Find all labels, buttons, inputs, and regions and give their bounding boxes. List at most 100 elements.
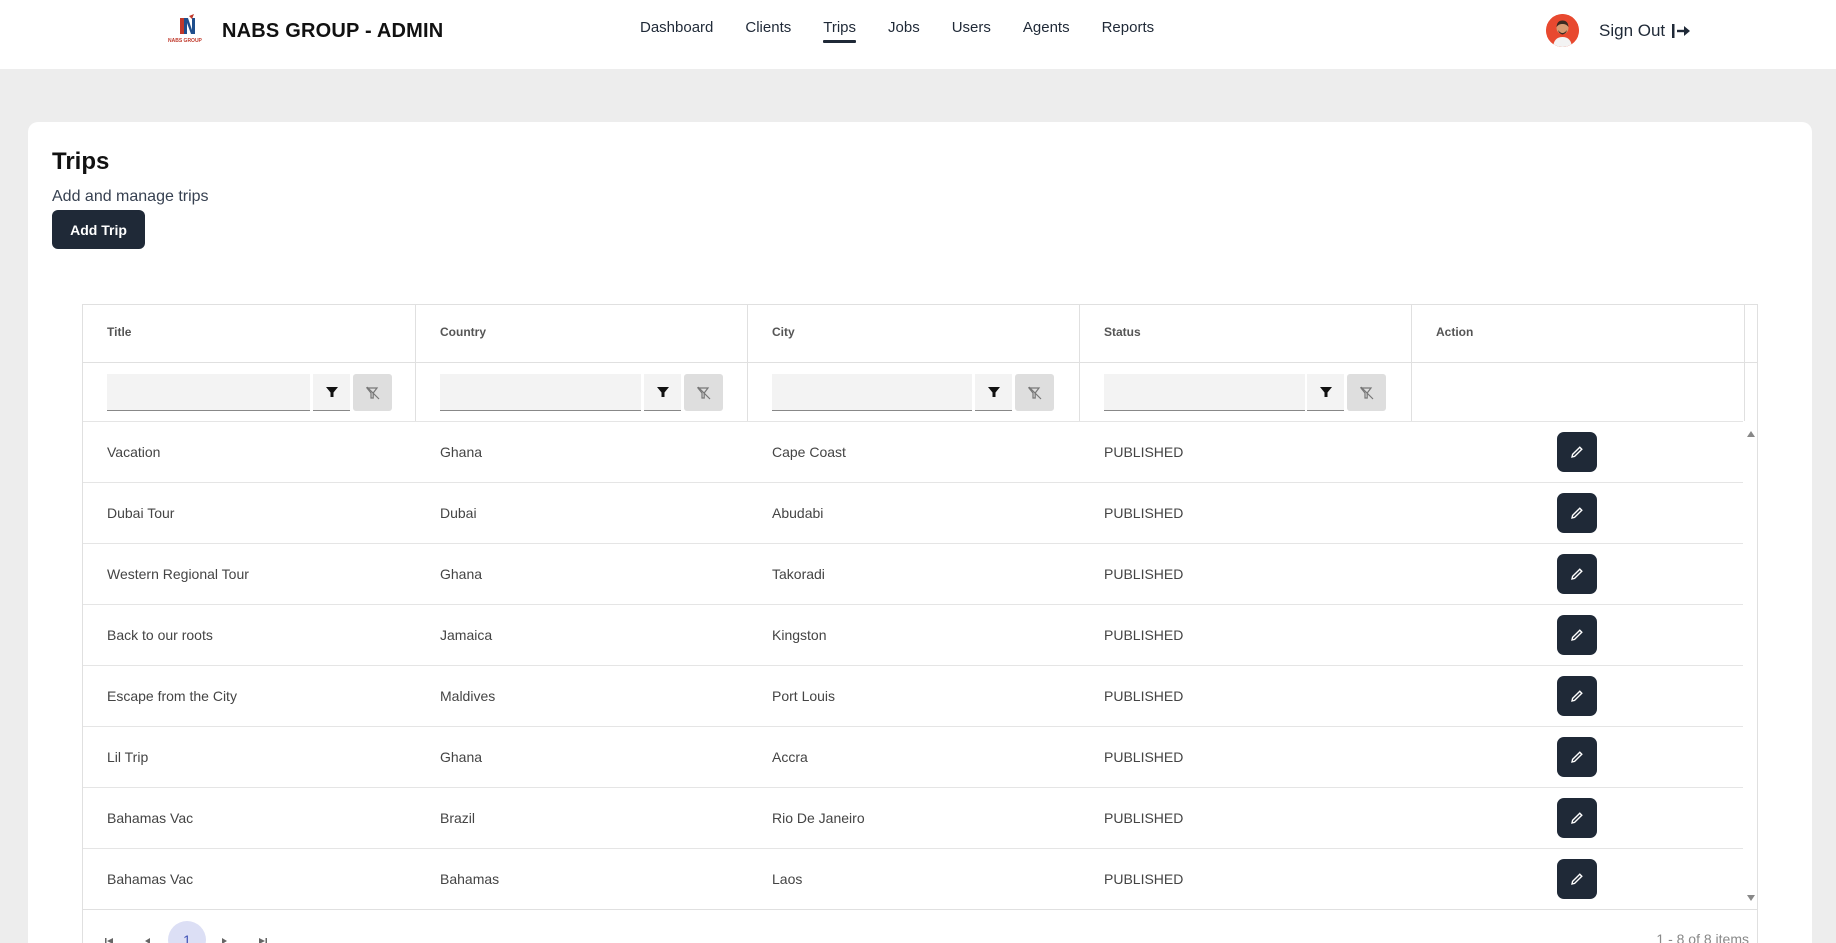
table-row[interactable]: Dubai Tour Dubai Abudabi PUBLISHED [83, 482, 1743, 543]
cell-title: Vacation [107, 444, 161, 460]
filter-icon [325, 387, 338, 397]
trips-grid: Title Country City Status Action Vacatio… [82, 304, 1758, 943]
cell-status: PUBLISHED [1104, 749, 1184, 765]
cell-country: Maldives [440, 688, 496, 704]
last-page-icon[interactable] [255, 933, 271, 943]
edit-button[interactable] [1557, 432, 1597, 472]
previous-page-icon[interactable] [139, 933, 155, 943]
cell-country: Brazil [440, 810, 476, 826]
edit-button[interactable] [1557, 798, 1597, 838]
city-clear-filter-button[interactable] [1015, 374, 1054, 411]
title-clear-filter-button[interactable] [353, 374, 392, 411]
column-title: Title [83, 305, 416, 421]
city-filter-input[interactable] [772, 374, 972, 411]
country-clear-filter-button[interactable] [684, 374, 723, 411]
cell-country: Ghana [440, 566, 483, 582]
cell-title: Dubai Tour [107, 505, 175, 521]
user-area: Sign Out [1546, 14, 1691, 47]
column-header-action: Action [1436, 325, 1474, 339]
pencil-icon [1571, 446, 1583, 458]
sign-out-button[interactable]: Sign Out [1599, 21, 1691, 41]
cell-city: Rio De Janeiro [772, 810, 865, 826]
table-row[interactable]: Western Regional Tour Ghana Takoradi PUB… [83, 543, 1743, 604]
edit-button[interactable] [1557, 676, 1597, 716]
cell-status: PUBLISHED [1104, 627, 1184, 643]
trips-card: Trips Add and manage trips Add Trip Titl… [28, 122, 1812, 943]
cell-status: PUBLISHED [1104, 566, 1184, 582]
table-row[interactable]: Back to our roots Jamaica Kingston PUBLI… [83, 604, 1743, 665]
nav-users[interactable]: Users [952, 0, 991, 69]
next-page-icon[interactable] [217, 933, 233, 943]
table-row[interactable]: Bahamas Vac Bahamas Laos PUBLISHED [83, 848, 1743, 909]
status-clear-filter-button[interactable] [1347, 374, 1386, 411]
cell-city: Takoradi [772, 566, 825, 582]
table-row[interactable]: Vacation Ghana Cape Coast PUBLISHED [83, 421, 1743, 482]
filter-icon [1319, 387, 1332, 397]
pencil-icon [1571, 812, 1583, 824]
column-action: Action [1412, 305, 1745, 421]
grid-header: Title Country City Status Action [83, 305, 1757, 421]
edit-button[interactable] [1557, 859, 1597, 899]
top-navbar: NABS GROUP NABS GROUP - ADMIN Dashboard … [0, 0, 1836, 69]
cell-city: Accra [772, 749, 808, 765]
table-row[interactable]: Lil Trip Ghana Accra PUBLISHED [83, 726, 1743, 787]
cell-status: PUBLISHED [1104, 871, 1184, 887]
edit-button[interactable] [1557, 493, 1597, 533]
cell-city: Port Louis [772, 688, 836, 704]
avatar[interactable] [1546, 14, 1579, 47]
column-header-title[interactable]: Title [107, 325, 131, 339]
edit-button[interactable] [1557, 615, 1597, 655]
cell-title: Bahamas Vac [107, 810, 194, 826]
clear-filter-icon [365, 386, 379, 399]
table-row[interactable]: Escape from the City Maldives Port Louis… [83, 665, 1743, 726]
title-filter-button[interactable] [313, 374, 350, 411]
cell-status: PUBLISHED [1104, 810, 1184, 826]
country-filter-button[interactable] [644, 374, 681, 411]
cell-status: PUBLISHED [1104, 505, 1184, 521]
title-filter-input[interactable] [107, 374, 310, 411]
pencil-icon [1571, 568, 1583, 580]
scroll-up-arrow-icon[interactable] [1746, 429, 1756, 439]
city-filter-button[interactable] [975, 374, 1012, 411]
nav-jobs[interactable]: Jobs [888, 0, 920, 69]
country-filter-input[interactable] [440, 374, 641, 411]
nav-agents[interactable]: Agents [1023, 0, 1070, 69]
grid-footer-divider [83, 909, 1757, 910]
main-nav: Dashboard Clients Trips Jobs Users Agent… [640, 0, 1186, 69]
column-header-city[interactable]: City [772, 325, 795, 339]
nav-dashboard[interactable]: Dashboard [640, 0, 713, 69]
header-divider [83, 362, 1757, 363]
clear-filter-icon [696, 386, 710, 399]
pencil-icon [1571, 873, 1583, 885]
edit-button[interactable] [1557, 554, 1597, 594]
column-header-status[interactable]: Status [1104, 325, 1141, 339]
cell-title: Western Regional Tour [107, 566, 249, 582]
column-city: City [748, 305, 1080, 421]
cell-city: Cape Coast [772, 444, 846, 460]
scroll-down-arrow-icon[interactable] [1746, 893, 1756, 903]
pencil-icon [1571, 507, 1583, 519]
clear-filter-icon [1027, 386, 1041, 399]
page-title: Trips [52, 148, 110, 175]
nav-clients[interactable]: Clients [745, 0, 791, 69]
cell-title: Back to our roots [107, 627, 213, 643]
cell-country: Ghana [440, 444, 483, 460]
cell-city: Kingston [772, 627, 827, 643]
nav-reports[interactable]: Reports [1102, 0, 1155, 69]
add-trip-button[interactable]: Add Trip [52, 210, 145, 249]
edit-button[interactable] [1557, 737, 1597, 777]
table-row[interactable]: Bahamas Vac Brazil Rio De Janeiro PUBLIS… [83, 787, 1743, 848]
status-filter-input[interactable] [1104, 374, 1305, 411]
pager-info: 1 - 8 of 8 items [1656, 931, 1749, 943]
cell-city: Laos [772, 871, 803, 887]
column-header-country[interactable]: Country [440, 325, 486, 339]
cell-status: PUBLISHED [1104, 688, 1184, 704]
page-number-current[interactable]: 1 [168, 921, 206, 943]
first-page-icon[interactable] [101, 933, 117, 943]
column-status: Status [1080, 305, 1412, 421]
status-filter-button[interactable] [1307, 374, 1344, 411]
filter-icon [656, 387, 669, 397]
brand[interactable]: NABS GROUP NABS GROUP - ADMIN [166, 14, 443, 48]
column-country: Country [416, 305, 748, 421]
nav-trips[interactable]: Trips [823, 0, 856, 69]
